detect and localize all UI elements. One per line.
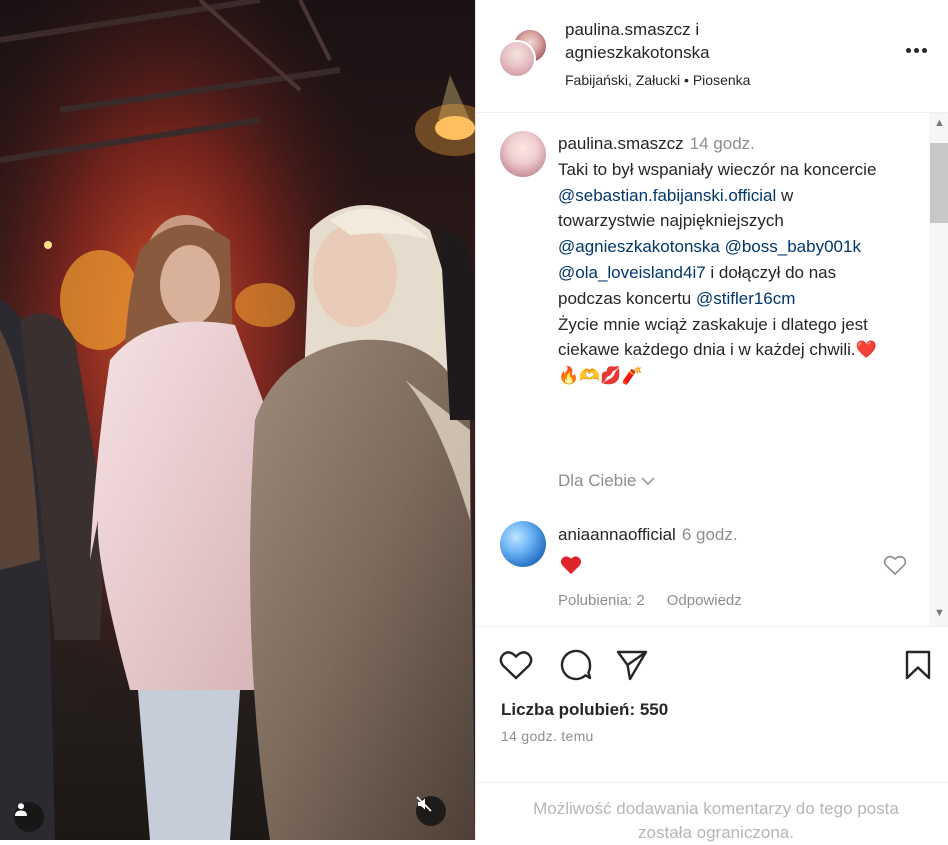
- post-authors[interactable]: paulina.smaszcz i agnieszkakotonska: [565, 18, 710, 64]
- send-icon: [616, 650, 648, 681]
- comment-like-button[interactable]: [883, 554, 907, 581]
- post-panel: paulina.smaszcz i agnieszkakotonska Fabi…: [475, 0, 948, 842]
- avatar[interactable]: [500, 521, 546, 567]
- for-you-label[interactable]: Dla Ciebie: [558, 471, 655, 491]
- scroll-down-icon[interactable]: ▼: [934, 607, 945, 619]
- post-timestamp[interactable]: 14 godz. temu: [501, 728, 594, 744]
- comment-icon: [560, 649, 592, 681]
- bookmark-icon: [905, 650, 931, 680]
- avatar[interactable]: [500, 131, 546, 177]
- mention-link[interactable]: @ola_loveisland4i7: [558, 263, 706, 282]
- comment-time: 6 godz.: [681, 525, 738, 544]
- post-header: paulina.smaszcz i agnieszkakotonska Fabi…: [476, 0, 948, 113]
- comment-text: [560, 555, 582, 580]
- scrollbar[interactable]: ▲ ▼: [929, 113, 948, 626]
- mention-link[interactable]: @sebastian.fabijanski.official: [558, 186, 776, 205]
- caption-username[interactable]: paulina.smaszcz: [558, 134, 684, 153]
- likes-count[interactable]: Liczba polubień: 550: [501, 700, 668, 720]
- mention-link[interactable]: @boss_baby001k: [725, 237, 861, 256]
- comments-section[interactable]: paulina.smaszcz 14 godz. Taki to był wspa…: [476, 113, 948, 627]
- author-line[interactable]: paulina.smaszcz i: [565, 18, 710, 41]
- share-button[interactable]: [614, 647, 650, 683]
- red-heart-icon: [560, 556, 582, 575]
- mention-link[interactable]: @stifler16cm: [696, 289, 795, 308]
- comment-username[interactable]: aniaannaofficial: [558, 525, 676, 544]
- comment-meta: Polubienia: 2 Odpowiedz: [558, 592, 764, 609]
- caption-text: Taki to był wspaniały wieczór na koncerc…: [558, 159, 877, 179]
- collab-avatars[interactable]: [498, 28, 550, 80]
- like-button[interactable]: [498, 647, 534, 683]
- tagged-users-button[interactable]: [14, 802, 44, 832]
- heart-icon: [883, 555, 907, 576]
- chevron-down-icon: [641, 477, 655, 486]
- heart-icon: [499, 651, 533, 680]
- post-caption: paulina.smaszcz 14 godz. Taki to był wspa…: [558, 131, 878, 389]
- caption-time: 14 godz.: [689, 134, 755, 153]
- comment-box: Możliwość dodawania komentarzy do tego p…: [476, 782, 948, 842]
- scrollbar-thumb[interactable]: [930, 143, 948, 223]
- user-icon: [15, 803, 27, 816]
- comment-button[interactable]: [558, 647, 594, 683]
- reply-button[interactable]: Odpowiedz: [667, 592, 742, 609]
- post-actions: [476, 627, 948, 687]
- comment-likes[interactable]: Polubienia: 2: [558, 592, 645, 609]
- mention-link[interactable]: @agnieszkakotonska: [558, 237, 720, 256]
- comments-restricted-notice: Możliwość dodawania komentarzy do tego p…: [533, 799, 899, 842]
- scroll-up-icon[interactable]: ▲: [934, 117, 945, 129]
- save-button[interactable]: [900, 647, 936, 683]
- concert-photo: [0, 0, 475, 840]
- more-horizontal-icon[interactable]: [906, 40, 932, 60]
- audio-info[interactable]: Fabijański, Załucki • Piosenka: [565, 72, 750, 88]
- for-you-text: Dla Ciebie: [558, 471, 637, 490]
- mute-button[interactable]: [416, 796, 446, 826]
- avatar[interactable]: [498, 40, 536, 78]
- author-line[interactable]: agnieszkakotonska: [565, 41, 710, 64]
- speaker-muted-icon: [416, 796, 432, 812]
- post-media[interactable]: [0, 0, 475, 840]
- comment-header: aniaannaofficial 6 godz.: [558, 525, 738, 545]
- caption-text: Życie mnie wciąż zaskakuje i dlatego jes…: [558, 314, 868, 360]
